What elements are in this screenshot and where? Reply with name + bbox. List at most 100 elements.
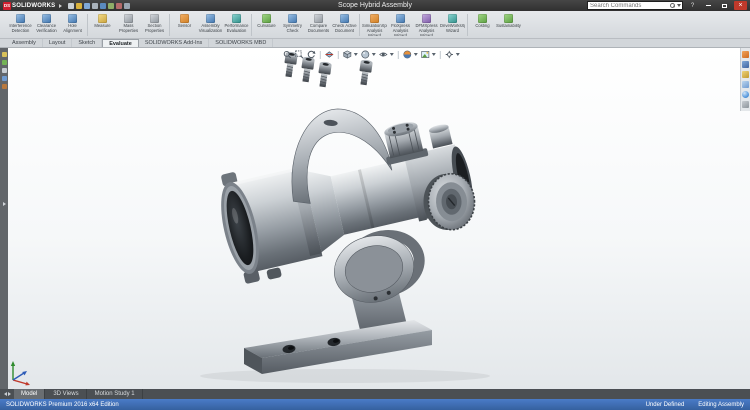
- maximize-icon: [722, 4, 727, 8]
- feature-manager-collapsed-panel[interactable]: [0, 48, 8, 389]
- view-palette-icon[interactable]: [742, 81, 749, 88]
- cap-screw-2[interactable]: [300, 56, 315, 82]
- tab-model[interactable]: Model: [14, 389, 45, 399]
- graphics-area[interactable]: [0, 48, 750, 389]
- tab-sketch[interactable]: Sketch: [72, 39, 102, 47]
- view-orientation-icon[interactable]: [343, 50, 352, 59]
- tab-solidworks-mbd[interactable]: SOLIDWORKS MBD: [209, 39, 273, 47]
- ribbon-button-curvature[interactable]: Curvature: [254, 12, 279, 38]
- dimxpertmanager-tab-icon[interactable]: [2, 76, 7, 81]
- edition-label: SOLIDWORKS Premium 2016 x64 Edition: [6, 402, 632, 408]
- ribbon-button-section-properties[interactable]: Section Properties: [142, 12, 167, 38]
- ribbon-button-dfmxpress[interactable]: DFMXpress Analysis Wizard: [414, 12, 439, 38]
- hide-show-items-icon[interactable]: [379, 50, 388, 59]
- display-style-icon[interactable]: [361, 50, 370, 59]
- solidworks-resources-icon[interactable]: [742, 51, 749, 58]
- ribbon-separator: [359, 14, 360, 36]
- tab-scroll-arrows-icon[interactable]: [2, 389, 13, 399]
- view-settings-dropdown-icon[interactable]: [456, 53, 460, 56]
- tab-evaluate[interactable]: Evaluate: [102, 39, 139, 47]
- command-tab-row: Assembly Layout Sketch Evaluate SOLIDWOR…: [0, 39, 750, 48]
- select-icon[interactable]: [108, 3, 114, 9]
- tab-3d-views[interactable]: 3D Views: [46, 389, 86, 399]
- apply-scene-dropdown-icon[interactable]: [432, 53, 436, 56]
- ribbon-button-check-active-document[interactable]: Check Active Document: [332, 12, 357, 38]
- search-input[interactable]: [590, 2, 668, 10]
- task-pane-collapsed[interactable]: [740, 48, 750, 111]
- ribbon-button-costing[interactable]: Costing: [470, 12, 495, 38]
- file-explorer-icon[interactable]: [742, 71, 749, 78]
- ribbon-button-sensor[interactable]: Sensor: [172, 12, 197, 38]
- help-button[interactable]: ?: [686, 1, 699, 10]
- ribbon-button-interference-detection[interactable]: Interference Detection: [8, 12, 33, 38]
- ribbon-button-performance-evaluation[interactable]: Performance Evaluation: [224, 12, 249, 38]
- sensor-icon: [180, 14, 189, 23]
- close-button[interactable]: ×: [734, 1, 747, 10]
- ribbon-button-mass-properties[interactable]: Mass Properties: [116, 12, 141, 38]
- command-search[interactable]: [587, 1, 683, 10]
- print-icon[interactable]: [92, 3, 98, 9]
- rebuild-icon[interactable]: [116, 3, 122, 9]
- hide-show-items-dropdown-icon[interactable]: [390, 53, 394, 56]
- tab-layout[interactable]: Layout: [43, 39, 73, 47]
- view-orientation-dropdown-icon[interactable]: [354, 53, 358, 56]
- view-settings-icon[interactable]: [445, 50, 454, 59]
- minimize-button[interactable]: [702, 1, 715, 10]
- search-dropdown-icon[interactable]: [677, 4, 681, 7]
- tab-solidworks-add-ins[interactable]: SOLIDWORKS Add-Ins: [139, 39, 209, 47]
- toolbar-separator: [398, 51, 399, 59]
- edit-appearance-icon[interactable]: [403, 50, 412, 59]
- mass-properties-icon: [124, 14, 133, 23]
- search-icon[interactable]: [670, 3, 675, 8]
- curvature-icon: [262, 14, 271, 23]
- toolbar-separator: [440, 51, 441, 59]
- dfmxpress-icon: [422, 14, 431, 23]
- displaymanager-tab-icon[interactable]: [2, 84, 7, 89]
- ribbon-button-driveworksxpress[interactable]: DriveWorksXpress Wizard: [440, 12, 465, 38]
- appearances-scenes-icon[interactable]: [742, 91, 749, 98]
- costing-icon: [478, 14, 487, 23]
- cap-screw-3[interactable]: [317, 61, 332, 87]
- apply-scene-icon[interactable]: [421, 50, 430, 59]
- new-document-icon[interactable]: [68, 3, 74, 9]
- open-document-icon[interactable]: [76, 3, 82, 9]
- ribbon-button-simulationxpress[interactable]: SimulationXpress Analysis Wizard: [362, 12, 387, 38]
- ribbon-button-assembly-visualization[interactable]: Assembly Visualization: [198, 12, 223, 38]
- reference-triad-icon: [7, 358, 33, 386]
- options-icon[interactable]: [124, 3, 130, 9]
- solidworks-logo: DS SOLIDWORKS: [3, 2, 55, 10]
- cap-screw-4[interactable]: [358, 59, 373, 85]
- custom-properties-icon[interactable]: [742, 101, 749, 108]
- configurationmanager-tab-icon[interactable]: [2, 68, 7, 73]
- section-properties-icon: [150, 14, 159, 23]
- tab-assembly[interactable]: Assembly: [6, 39, 43, 47]
- windage-turret[interactable]: [428, 123, 452, 149]
- ribbon-button-measure[interactable]: Measure: [90, 12, 115, 38]
- edit-appearance-dropdown-icon[interactable]: [414, 53, 418, 56]
- ribbon-button-compare-documents[interactable]: Compare Documents: [306, 12, 331, 38]
- tab-motion-study-1[interactable]: Motion Study 1: [88, 389, 143, 399]
- previous-view-icon[interactable]: [307, 50, 316, 59]
- ribbon-separator: [87, 14, 88, 36]
- zoom-fit-icon[interactable]: [283, 50, 292, 59]
- maximize-button[interactable]: [718, 1, 731, 10]
- section-view-icon[interactable]: [325, 50, 334, 59]
- expand-panel-arrow-icon[interactable]: [3, 202, 6, 206]
- ribbon-button-hole-alignment[interactable]: Hole Alignment: [60, 12, 85, 38]
- propertymanager-tab-icon[interactable]: [2, 60, 7, 65]
- featuremanager-tab-icon[interactable]: [2, 52, 7, 57]
- ribbon-button-clearance-verification[interactable]: Clearance Verification: [34, 12, 59, 38]
- undo-icon[interactable]: [100, 3, 106, 9]
- titlebar: DS SOLIDWORKS Scope Hybrid Assembly ? ×: [0, 0, 750, 11]
- quick-access-toolbar: [68, 3, 130, 9]
- zoom-area-icon[interactable]: [295, 50, 304, 59]
- save-icon[interactable]: [84, 3, 90, 9]
- ribbon-button-symmetry-check[interactable]: Symmetry Check: [280, 12, 305, 38]
- ribbon-button-sustainability[interactable]: Sustainability: [496, 12, 521, 38]
- design-library-icon[interactable]: [742, 61, 749, 68]
- ribbon-button-floxpress[interactable]: FloXpress Analysis Wizard: [388, 12, 413, 38]
- model-canvas[interactable]: [0, 48, 750, 389]
- menu-expand-arrow-icon[interactable]: [59, 4, 62, 8]
- display-style-dropdown-icon[interactable]: [372, 53, 376, 56]
- assembly-visualization-icon: [206, 14, 215, 23]
